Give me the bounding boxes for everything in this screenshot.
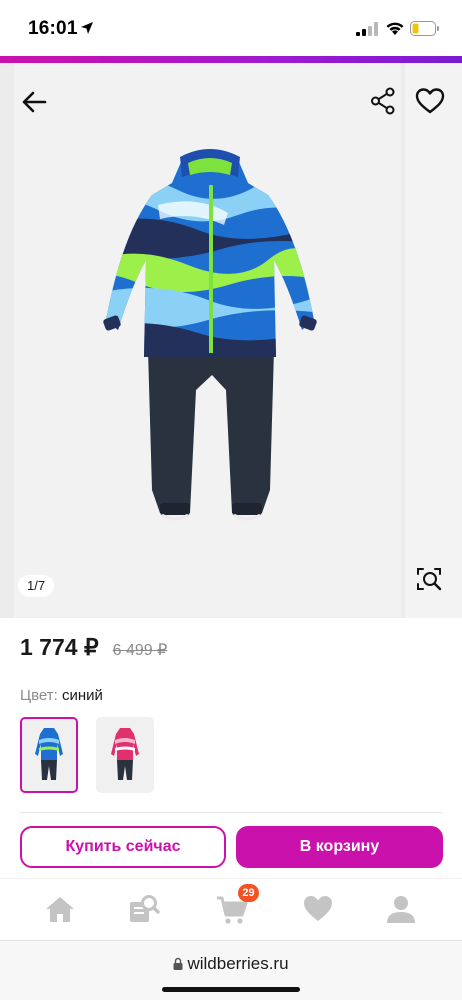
browser-address-bar[interactable]: wildberries.ru xyxy=(0,940,462,1000)
favorites-heart-icon[interactable] xyxy=(301,893,335,925)
color-label: Цвет: xyxy=(20,687,58,704)
swatch-blue-image xyxy=(35,728,63,780)
image-counter: 1/7 xyxy=(18,575,55,597)
share-icon[interactable] xyxy=(370,87,396,115)
status-time: 16:01 xyxy=(28,18,78,39)
buy-now-button[interactable]: Купить сейчас xyxy=(20,826,226,868)
current-price: 1 774 ₽ xyxy=(20,634,99,660)
heart-icon[interactable] xyxy=(415,87,445,115)
add-to-cart-button[interactable]: В корзину xyxy=(236,826,443,868)
url-text: wildberries.ru xyxy=(187,954,289,973)
color-row: Цвет: синий xyxy=(20,687,103,704)
price-row: 1 774 ₽ 6 499 ₽ xyxy=(20,634,167,666)
battery-icon xyxy=(410,21,439,36)
color-value: синий xyxy=(61,687,103,704)
status-bar: 16:01 xyxy=(0,0,462,56)
bottom-nav xyxy=(0,878,462,940)
product-image[interactable] xyxy=(98,145,322,530)
url-display[interactable]: wildberries.ru xyxy=(0,954,462,974)
lock-icon xyxy=(173,957,183,970)
home-indicator xyxy=(162,987,300,992)
color-swatch-pink[interactable] xyxy=(96,717,154,793)
image-search-icon[interactable] xyxy=(415,566,443,592)
location-arrow-icon xyxy=(81,22,93,34)
home-icon[interactable] xyxy=(43,893,77,925)
color-swatch-blue[interactable] xyxy=(20,717,78,793)
arrow-left-icon[interactable] xyxy=(20,88,48,116)
old-price: 6 499 ₽ xyxy=(112,642,168,659)
catalog-search-icon[interactable] xyxy=(127,893,161,925)
swatch-pink-image xyxy=(111,728,139,780)
gallery-next-slide[interactable] xyxy=(405,63,462,618)
wifi-icon xyxy=(386,22,404,35)
cart-count-badge: 29 xyxy=(238,884,259,902)
accent-line xyxy=(0,56,462,63)
section-divider xyxy=(20,812,442,813)
signal-icon xyxy=(356,22,378,36)
profile-icon[interactable] xyxy=(384,893,418,925)
